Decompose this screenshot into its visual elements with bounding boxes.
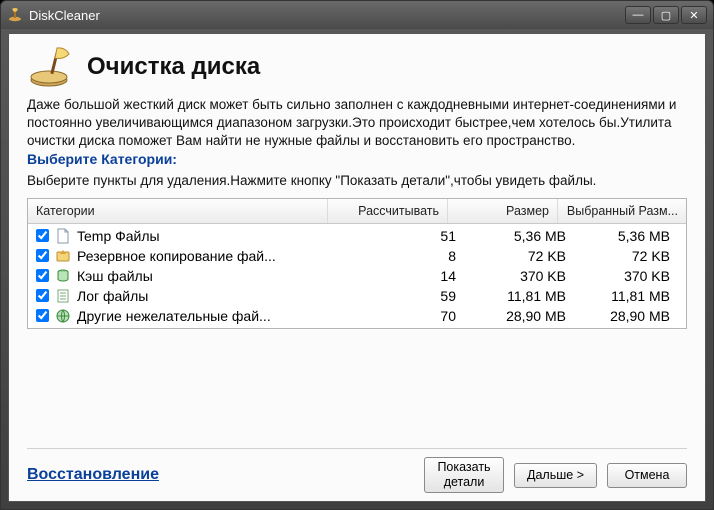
app-icon [7, 7, 23, 23]
restore-link[interactable]: Восстановление [27, 466, 159, 484]
row-count: 8 [336, 248, 456, 264]
cache-icon [55, 268, 71, 284]
row-checkbox[interactable] [36, 249, 49, 262]
show-details-button[interactable]: Показать детали [424, 457, 504, 493]
row-selected-size: 28,90 MB [566, 308, 678, 324]
footer-bar: Восстановление Показать детали Дальше > … [27, 448, 687, 493]
row-count: 59 [336, 288, 456, 304]
instruction-text: Выберите пункты для удаления.Нажмите кно… [27, 173, 687, 188]
file-icon [55, 228, 71, 244]
row-size: 72 KB [456, 248, 566, 264]
table-row[interactable]: Кэш файлы14370 KB370 KB [28, 266, 686, 286]
row-size: 28,90 MB [456, 308, 566, 324]
header-count[interactable]: Рассчитывать [328, 199, 448, 223]
maximize-button[interactable]: ▢ [653, 6, 679, 24]
row-size: 5,36 MB [456, 228, 566, 244]
table-row[interactable]: Другие нежелательные фай...7028,90 MB28,… [28, 306, 686, 326]
table-header: Категории Рассчитывать Размер Выбранный … [28, 199, 686, 224]
row-size: 11,81 MB [456, 288, 566, 304]
row-label: Резервное копирование фай... [77, 248, 276, 264]
row-count: 70 [336, 308, 456, 324]
backup-icon [55, 248, 71, 264]
header-category[interactable]: Категории [28, 199, 328, 223]
row-selected-size: 72 KB [566, 248, 678, 264]
row-count: 51 [336, 228, 456, 244]
log-icon [55, 288, 71, 304]
table-row[interactable]: Temp Файлы515,36 MB5,36 MB [28, 226, 686, 246]
row-label: Кэш файлы [77, 268, 153, 284]
row-selected-size: 11,81 MB [566, 288, 678, 304]
cancel-button[interactable]: Отмена [607, 463, 687, 488]
row-label: Другие нежелательные фай... [77, 308, 271, 324]
categories-table: Категории Рассчитывать Размер Выбранный … [27, 198, 687, 329]
page-title: Очистка диска [87, 53, 260, 81]
row-label: Лог файлы [77, 288, 148, 304]
close-button[interactable]: ✕ [681, 6, 707, 24]
titlebar: DiskCleaner — ▢ ✕ [1, 1, 713, 29]
row-label: Temp Файлы [77, 228, 160, 244]
row-size: 370 KB [456, 268, 566, 284]
window-title: DiskCleaner [29, 8, 625, 23]
content-panel: Очистка диска Даже большой жесткий диск … [8, 33, 706, 502]
categories-subhead: Выберите Категории: [27, 151, 687, 167]
table-row[interactable]: Лог файлы5911,81 MB11,81 MB [28, 286, 686, 306]
other-icon [55, 308, 71, 324]
row-count: 14 [336, 268, 456, 284]
app-window: DiskCleaner — ▢ ✕ Очистка диска Даже бол… [0, 0, 714, 510]
disk-cleaner-icon [27, 46, 75, 88]
row-selected-size: 370 KB [566, 268, 678, 284]
row-checkbox[interactable] [36, 309, 49, 322]
header-selected-size[interactable]: Выбранный Разм... [558, 199, 686, 223]
next-button[interactable]: Дальше > [514, 463, 597, 488]
table-row[interactable]: Резервное копирование фай...872 KB72 KB [28, 246, 686, 266]
header-size[interactable]: Размер [448, 199, 558, 223]
row-checkbox[interactable] [36, 269, 49, 282]
minimize-button[interactable]: — [625, 6, 651, 24]
row-checkbox[interactable] [36, 289, 49, 302]
description-text: Даже большой жесткий диск может быть сил… [27, 96, 687, 151]
row-selected-size: 5,36 MB [566, 228, 678, 244]
row-checkbox[interactable] [36, 229, 49, 242]
